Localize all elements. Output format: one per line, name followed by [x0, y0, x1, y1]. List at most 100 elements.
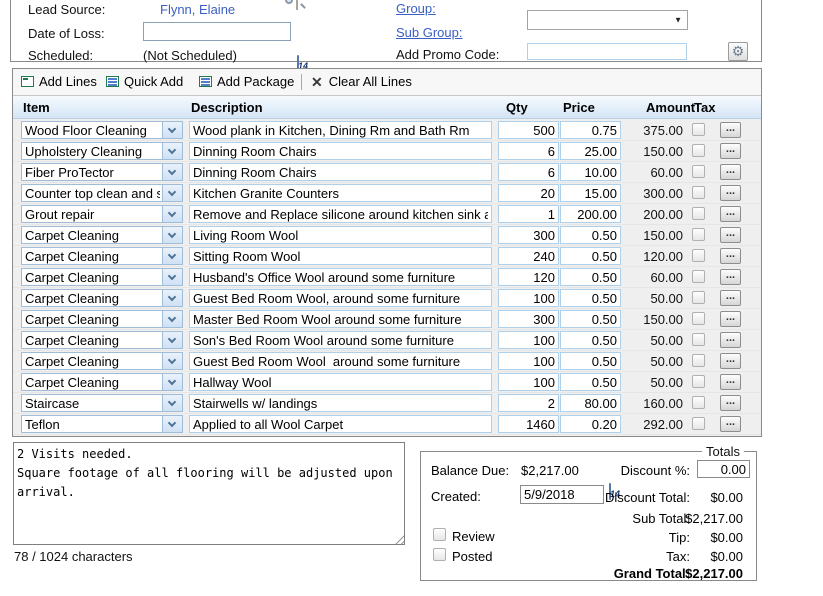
item-dropdown-button[interactable]: [162, 416, 182, 432]
qty-input[interactable]: [498, 331, 559, 349]
lead-source-search-button[interactable]: [296, 0, 298, 10]
qty-input[interactable]: [498, 205, 559, 223]
item-input[interactable]: [22, 311, 163, 327]
item-dropdown-button[interactable]: [162, 185, 182, 201]
row-options-button[interactable]: ...: [720, 416, 741, 432]
qty-input[interactable]: [498, 184, 559, 202]
item-combobox[interactable]: [21, 247, 183, 265]
qty-input[interactable]: [498, 226, 559, 244]
item-input[interactable]: [22, 164, 163, 180]
description-input[interactable]: [189, 310, 492, 328]
item-dropdown-button[interactable]: [162, 206, 182, 222]
tax-checkbox[interactable]: [692, 228, 705, 241]
item-dropdown-button[interactable]: [162, 269, 182, 285]
qty-input[interactable]: [498, 121, 559, 139]
tax-checkbox[interactable]: [692, 270, 705, 283]
description-input[interactable]: [189, 268, 492, 286]
item-combobox[interactable]: [21, 394, 183, 412]
row-options-button[interactable]: ...: [720, 353, 741, 369]
item-input[interactable]: [22, 416, 163, 432]
item-combobox[interactable]: [21, 415, 183, 433]
row-options-button[interactable]: ...: [720, 143, 741, 159]
item-dropdown-button[interactable]: [162, 311, 182, 327]
item-combobox[interactable]: [21, 163, 183, 181]
row-options-button[interactable]: ...: [720, 122, 741, 138]
qty-input[interactable]: [498, 415, 559, 433]
price-input[interactable]: [560, 415, 621, 433]
group-link[interactable]: Group:: [396, 1, 436, 16]
review-checkbox[interactable]: [433, 528, 446, 541]
item-dropdown-button[interactable]: [162, 395, 182, 411]
price-input[interactable]: [560, 331, 621, 349]
item-combobox[interactable]: [21, 310, 183, 328]
price-input[interactable]: [560, 184, 621, 202]
item-input[interactable]: [22, 353, 163, 369]
item-combobox[interactable]: [21, 331, 183, 349]
promo-code-input[interactable]: [527, 43, 687, 60]
description-input[interactable]: [189, 289, 492, 307]
tax-checkbox[interactable]: [692, 291, 705, 304]
price-input[interactable]: [560, 310, 621, 328]
row-options-button[interactable]: ...: [720, 374, 741, 390]
discount-pct-input[interactable]: [697, 460, 750, 478]
tax-checkbox[interactable]: [692, 417, 705, 430]
item-combobox[interactable]: [21, 142, 183, 160]
description-input[interactable]: [189, 415, 492, 433]
price-input[interactable]: [560, 352, 621, 370]
price-input[interactable]: [560, 268, 621, 286]
qty-input[interactable]: [498, 247, 559, 265]
item-input[interactable]: [22, 269, 163, 285]
item-input[interactable]: [22, 122, 163, 138]
notes-textarea[interactable]: 2 Visits needed. Square footage of all f…: [13, 442, 405, 545]
tax-checkbox[interactable]: [692, 186, 705, 199]
sub-group-link[interactable]: Sub Group:: [396, 25, 463, 40]
item-combobox[interactable]: [21, 289, 183, 307]
item-input[interactable]: [22, 395, 163, 411]
price-input[interactable]: [560, 394, 621, 412]
qty-input[interactable]: [498, 142, 559, 160]
lead-source-value-link[interactable]: Flynn, Elaine: [160, 2, 235, 17]
qty-input[interactable]: [498, 394, 559, 412]
add-package-button[interactable]: Add Package: [199, 69, 294, 95]
item-combobox[interactable]: [21, 205, 183, 223]
item-input[interactable]: [22, 248, 163, 264]
description-input[interactable]: [189, 352, 492, 370]
tax-checkbox[interactable]: [692, 396, 705, 409]
row-options-button[interactable]: ...: [720, 311, 741, 327]
item-combobox[interactable]: [21, 226, 183, 244]
item-combobox[interactable]: [21, 373, 183, 391]
price-input[interactable]: [560, 205, 621, 223]
tax-checkbox[interactable]: [692, 144, 705, 157]
description-input[interactable]: [189, 331, 492, 349]
description-input[interactable]: [189, 373, 492, 391]
item-input[interactable]: [22, 374, 163, 390]
row-options-button[interactable]: ...: [720, 290, 741, 306]
description-input[interactable]: [189, 142, 492, 160]
row-options-button[interactable]: ...: [720, 395, 741, 411]
tax-checkbox[interactable]: [692, 354, 705, 367]
item-dropdown-button[interactable]: [162, 164, 182, 180]
item-dropdown-button[interactable]: [162, 122, 182, 138]
qty-input[interactable]: [498, 289, 559, 307]
item-input[interactable]: [22, 227, 163, 243]
price-input[interactable]: [560, 163, 621, 181]
created-date-input[interactable]: [520, 485, 604, 504]
item-dropdown-button[interactable]: [162, 227, 182, 243]
qty-input[interactable]: [498, 268, 559, 286]
item-dropdown-button[interactable]: [162, 374, 182, 390]
item-combobox[interactable]: [21, 121, 183, 139]
qty-input[interactable]: [498, 373, 559, 391]
add-lines-button[interactable]: Add Lines: [21, 69, 97, 95]
item-dropdown-button[interactable]: [162, 353, 182, 369]
row-options-button[interactable]: ...: [720, 332, 741, 348]
item-dropdown-button[interactable]: [162, 248, 182, 264]
item-combobox[interactable]: [21, 352, 183, 370]
price-input[interactable]: [560, 289, 621, 307]
description-input[interactable]: [189, 121, 492, 139]
promo-settings-button[interactable]: ⚙: [728, 42, 748, 61]
price-input[interactable]: [560, 226, 621, 244]
item-input[interactable]: [22, 332, 163, 348]
row-options-button[interactable]: ...: [720, 206, 741, 222]
row-options-button[interactable]: ...: [720, 164, 741, 180]
row-options-button[interactable]: ...: [720, 185, 741, 201]
